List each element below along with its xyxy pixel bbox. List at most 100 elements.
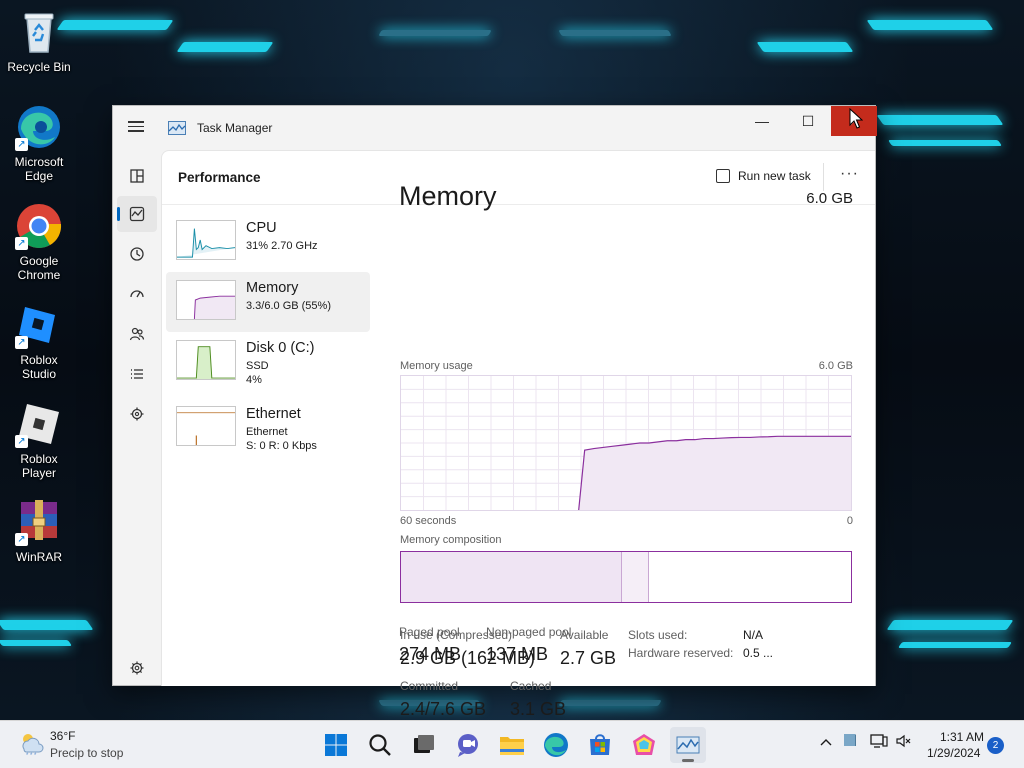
copilot-button[interactable] [626,727,662,763]
resource-name: CPU [246,220,277,236]
hamburger-menu-icon[interactable] [125,118,147,138]
graph-time-left-label: 60 seconds [400,515,457,527]
memory-composition-bar[interactable] [400,551,852,603]
shortcut-arrow-icon: ↗ [15,138,28,151]
wallpaper-stripe [756,42,854,52]
resource-name: Memory [246,280,299,296]
memory-usage-max-label: 6.0 GB [818,360,853,372]
edge-icon: ↗ [15,103,63,151]
cpu-thumbnail-graph [176,220,236,260]
settings-icon [130,661,144,675]
resource-detail: SSD [246,360,269,372]
available-value: 2.7 GB [560,648,617,668]
clock-time: 1:31 AM [940,730,985,744]
cached-value: 3.1 GB [510,699,567,719]
toolbar-divider [823,163,824,191]
graph-time-right-label: 0 [846,515,853,527]
resource-detail: 4% [246,374,262,386]
desktop-icon-label: WinRAR [15,550,62,564]
nav-performance[interactable] [117,196,157,232]
roblox-studio-icon: ↗ [15,301,63,349]
resource-item-disk[interactable]: Disk 0 (C:) SSD 4% [166,332,370,392]
folder-icon [500,737,524,755]
desktop-icon-recycle-bin[interactable]: Recycle Bin [2,8,76,74]
run-new-task-icon [716,169,730,183]
task-manager-app-icon [168,121,186,135]
desktop-icon-winrar[interactable]: ↗ WinRAR [2,498,76,564]
start-button[interactable] [318,727,354,763]
task-manager-icon [676,736,700,754]
clock-date: 1/29/2024 [927,746,981,760]
show-hidden-icons-button[interactable] [820,733,832,750]
minimize-button[interactable]: — [739,106,785,136]
tray-app-button[interactable] [843,733,857,750]
composition-modified-segment [621,552,649,602]
startup-apps-icon [130,290,144,298]
nav-processes[interactable] [117,158,157,194]
disk-thumbnail-graph [176,340,236,380]
non-paged-pool-label: Non-paged pool [486,625,572,639]
performance-icon [129,206,145,222]
tray-app-icon [844,734,856,746]
desktop-icon-chrome[interactable]: ↗ Google Chrome [2,202,76,282]
task-manager-taskbar-button[interactable] [670,727,706,763]
edge-taskbar-button[interactable] [538,727,574,763]
nav-users[interactable] [117,316,157,352]
desktop-icon-roblox-studio[interactable]: ↗ Roblox Studio [2,301,76,381]
wallpaper-stripe [876,115,1004,125]
nav-settings[interactable] [117,650,157,686]
run-new-task-button[interactable]: Run new task [716,169,811,183]
chat-icon [458,734,478,757]
file-explorer-button[interactable] [494,727,530,763]
resource-item-cpu[interactable]: CPU 31% 2.70 GHz [166,212,370,272]
teams-chat-button[interactable] [450,727,486,763]
resource-item-ethernet[interactable]: Ethernet Ethernet S: 0 R: 0 Kbps [166,398,370,458]
ethernet-thumbnail-graph [176,406,236,446]
performance-panel: Performance Run new task ··· CPU 31% 2.7… [161,150,875,719]
nav-startup-apps[interactable] [117,276,157,312]
search-icon [369,734,391,756]
network-button[interactable] [870,733,888,752]
winrar-icon: ↗ [15,498,63,546]
recycle-bin-icon [15,8,63,56]
desktop-icon-roblox-player[interactable]: ↗ Roblox Player [2,400,76,480]
task-manager-window: Task Manager — ☐ ✕ [112,105,877,719]
maximize-button[interactable]: ☐ [785,106,831,136]
task-view-icon [414,735,434,753]
roblox-player-icon: ↗ [15,400,63,448]
desktop-icon-edge[interactable]: ↗ Microsoft Edge [2,103,76,183]
processes-icon [130,169,144,183]
hardware-reserved-label: Hardware reserved: [628,646,734,660]
volume-button[interactable] [895,733,911,752]
slots-used-value: N/A [743,628,764,642]
paged-pool-value: 274 MB [399,644,462,664]
wallpaper-stripe [866,20,994,30]
search-button[interactable] [362,727,398,763]
more-options-button[interactable]: ··· [840,165,859,183]
nav-rail [113,150,161,686]
non-paged-pool-value: 137 MB [486,644,549,664]
app-history-icon [130,247,144,261]
cached-label: Cached [510,679,552,693]
memory-total: 6.0 GB [806,190,853,207]
slots-used-label: Slots used: [628,628,688,642]
resource-item-memory[interactable]: Memory 3.3/6.0 GB (55%) [166,272,370,332]
memory-usage-label: Memory usage [400,360,473,372]
task-view-button[interactable] [406,727,442,763]
notification-badge[interactable]: 2 [987,737,1004,754]
page-title: Performance [178,170,261,185]
title-bar[interactable]: Task Manager — ☐ ✕ [113,106,877,150]
resource-detail: 31% 2.70 GHz [246,240,318,252]
nav-app-history[interactable] [117,236,157,272]
resource-detail: 3.3/6.0 GB (55%) [246,300,331,312]
composition-in-use-segment [401,552,622,602]
microsoft-store-button[interactable] [582,727,618,763]
services-icon [130,407,144,421]
wallpaper-stripe [176,42,274,52]
wallpaper-stripe [897,642,1013,648]
nav-details[interactable] [117,356,157,392]
chrome-icon: ↗ [15,202,63,250]
memory-composition-label: Memory composition [400,534,502,546]
wallpaper-stripe [0,620,94,630]
nav-services[interactable] [117,396,157,432]
